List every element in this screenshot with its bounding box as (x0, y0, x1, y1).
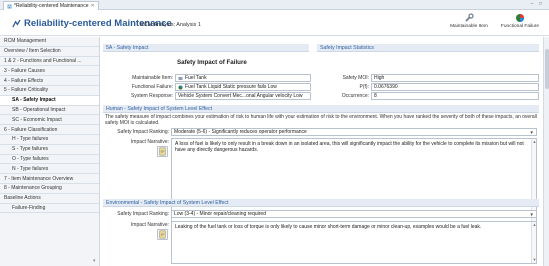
main-scrollbar[interactable] (543, 37, 549, 266)
occurrence-label: Occurrence: (341, 93, 369, 99)
environmental-narrative-scrollbar[interactable]: ▲ ▼ (531, 222, 536, 263)
human-section-header: Human - Safety Impact of System Level Ef… (103, 105, 539, 113)
human-ranking-label: Safety Impact Ranking: (117, 129, 169, 135)
maintainable-item-button[interactable]: Maintainable Item (447, 13, 491, 30)
failure-icon (178, 85, 183, 89)
environmental-narrative-notes-button[interactable] (157, 229, 168, 240)
editor-tab-label: *Reliability-centered Maintenance (14, 3, 89, 9)
environmental-ranking-value: Low (3-4) - Minor repair/cleaning requir… (174, 211, 266, 217)
safety-statistics-section-header: Safety Impact Statistics (317, 44, 539, 52)
notepad-icon (159, 230, 166, 239)
human-description: The safety measure of impact combines yo… (105, 114, 537, 126)
nav-item-s-type[interactable]: S - Type failures (0, 145, 99, 155)
safety-impact-section-header: 5A - Safety Impact (103, 44, 309, 52)
human-narrative-notes-button[interactable] (157, 146, 168, 157)
environmental-ranking-label: Safety Impact Ranking: (117, 211, 169, 217)
form-title: Safety Impact of Failure (177, 59, 247, 66)
rcm-navigation: RCM Management Overview / Item Selection… (0, 37, 100, 266)
environmental-narrative-textarea[interactable]: Leaking of the fuel tank or loss of torq… (171, 221, 537, 264)
pf-label: P(f): (359, 84, 369, 90)
scroll-up-icon[interactable]: ▲ (532, 222, 536, 228)
main-content: 5A - Safety Impact Safety Impact Statist… (101, 37, 549, 266)
system-response-field: Vehicle System Convert Mec...onal Angula… (175, 92, 311, 100)
nav-scroll-down-icon[interactable]: ▾ (93, 258, 99, 264)
occurrence-field: 8 (371, 92, 539, 100)
main-scrollbar-thumb[interactable] (545, 49, 549, 89)
human-narrative-text: A loss of fuel is likely to only result … (175, 141, 524, 153)
scroll-up-icon[interactable]: ▲ (532, 139, 536, 145)
safety-moi-field: High (371, 74, 539, 82)
system-response-label: System Response: (131, 93, 173, 99)
nav-item-h-type[interactable]: H - Type failures (0, 135, 99, 145)
item-icon (178, 76, 183, 80)
environmental-section-header: Environmental - Safety Impact of System … (103, 199, 539, 207)
nav-item-operational-impact[interactable]: SB - Operational Impact (0, 106, 99, 116)
functional-failure-field: Fuel Tank Liquid Static pressure fails L… (175, 83, 311, 91)
scroll-down-icon[interactable]: ▼ (532, 257, 536, 263)
analysis-subtitle: RCM Analysis: Analysis 1 (140, 22, 201, 28)
chevron-down-icon: ▼ (529, 212, 534, 217)
nav-item-functions[interactable]: 1 & 2 - Functions and Functional ... (0, 57, 99, 67)
nav-item-rcm-management[interactable]: RCM Management (0, 37, 99, 47)
human-ranking-select[interactable]: Moderate (5-6) - Significantly reduces o… (171, 128, 537, 136)
human-ranking-value: Moderate (5-6) - Significantly reduces o… (174, 129, 307, 135)
notepad-icon (159, 147, 166, 156)
maintainable-item-label: Maintainable Item: (132, 75, 173, 81)
nav-item-failure-classification[interactable]: 6 - Failure Classification (0, 125, 99, 135)
rcm-logo-icon (12, 19, 21, 28)
nav-item-economic-impact[interactable]: SC - Economic Impact (0, 115, 99, 126)
functional-failure-button-label: Functional Failure (500, 24, 540, 29)
nav-item-failure-causes[interactable]: 3 - Failure Causes (0, 66, 99, 77)
nav-item-maintenance-overview[interactable]: 7 - Item Maintenance Overview (0, 174, 99, 184)
environmental-narrative-text: Leaking of the fuel tank or loss of torq… (175, 224, 482, 230)
system-response-value: Vehicle System Convert Mec...onal Angula… (178, 93, 303, 99)
page-header: Reliability-centered Maintenance RCM Ana… (0, 10, 549, 36)
functional-failure-value: Fuel Tank Liquid Static pressure fails L… (185, 84, 277, 90)
safety-moi-label: Safety MOI: (342, 75, 369, 81)
nav-item-maintenance-grouping[interactable]: 8 - Maintenance Grouping (0, 184, 99, 194)
rcm-tab-icon (7, 4, 12, 8)
editor-tab[interactable]: *Reliability-centered Maintenance ✕ (3, 1, 99, 10)
chevron-down-icon: ▼ (529, 130, 534, 135)
window-controls[interactable]: – □ (531, 1, 544, 7)
nav-item-baseline-actions[interactable]: Baseline Actions (0, 194, 99, 204)
environmental-narrative-label: Impact Narrative: (130, 222, 169, 228)
wrench-icon (465, 13, 474, 22)
nav-item-o-type[interactable]: O - Type failures (0, 155, 99, 165)
pie-chart-icon (516, 14, 524, 22)
nav-item-safety-impact[interactable]: SA - Safety Impact (0, 95, 99, 106)
maintainable-item-value: Fuel Tank (185, 75, 207, 81)
environmental-ranking-select[interactable]: Low (3-4) - Minor repair/cleaning requir… (171, 210, 537, 218)
human-narrative-label: Impact Narrative: (130, 139, 169, 145)
maintainable-item-field: Fuel Tank (175, 74, 311, 82)
functional-failure-label: Functional Failure: (131, 84, 173, 90)
nav-item-failure-effects[interactable]: 4 - Failure Effects (0, 76, 99, 86)
functional-failure-button[interactable]: Functional Failure (496, 13, 544, 30)
nav-item-failure-criticality[interactable]: 5 - Failure Criticality (0, 86, 99, 96)
pf-field: 0.0676390 (371, 83, 539, 91)
maintainable-item-button-label: Maintainable Item (450, 24, 488, 29)
tab-close-icon[interactable]: ✕ (91, 3, 95, 9)
nav-item-overview[interactable]: Overview / Item Selection (0, 47, 99, 57)
editor-tab-bar: *Reliability-centered Maintenance ✕ – □ (0, 0, 549, 10)
nav-item-n-type[interactable]: N - Type failures (0, 164, 99, 175)
nav-item-failure-finding[interactable]: Failure-Finding (0, 204, 99, 214)
